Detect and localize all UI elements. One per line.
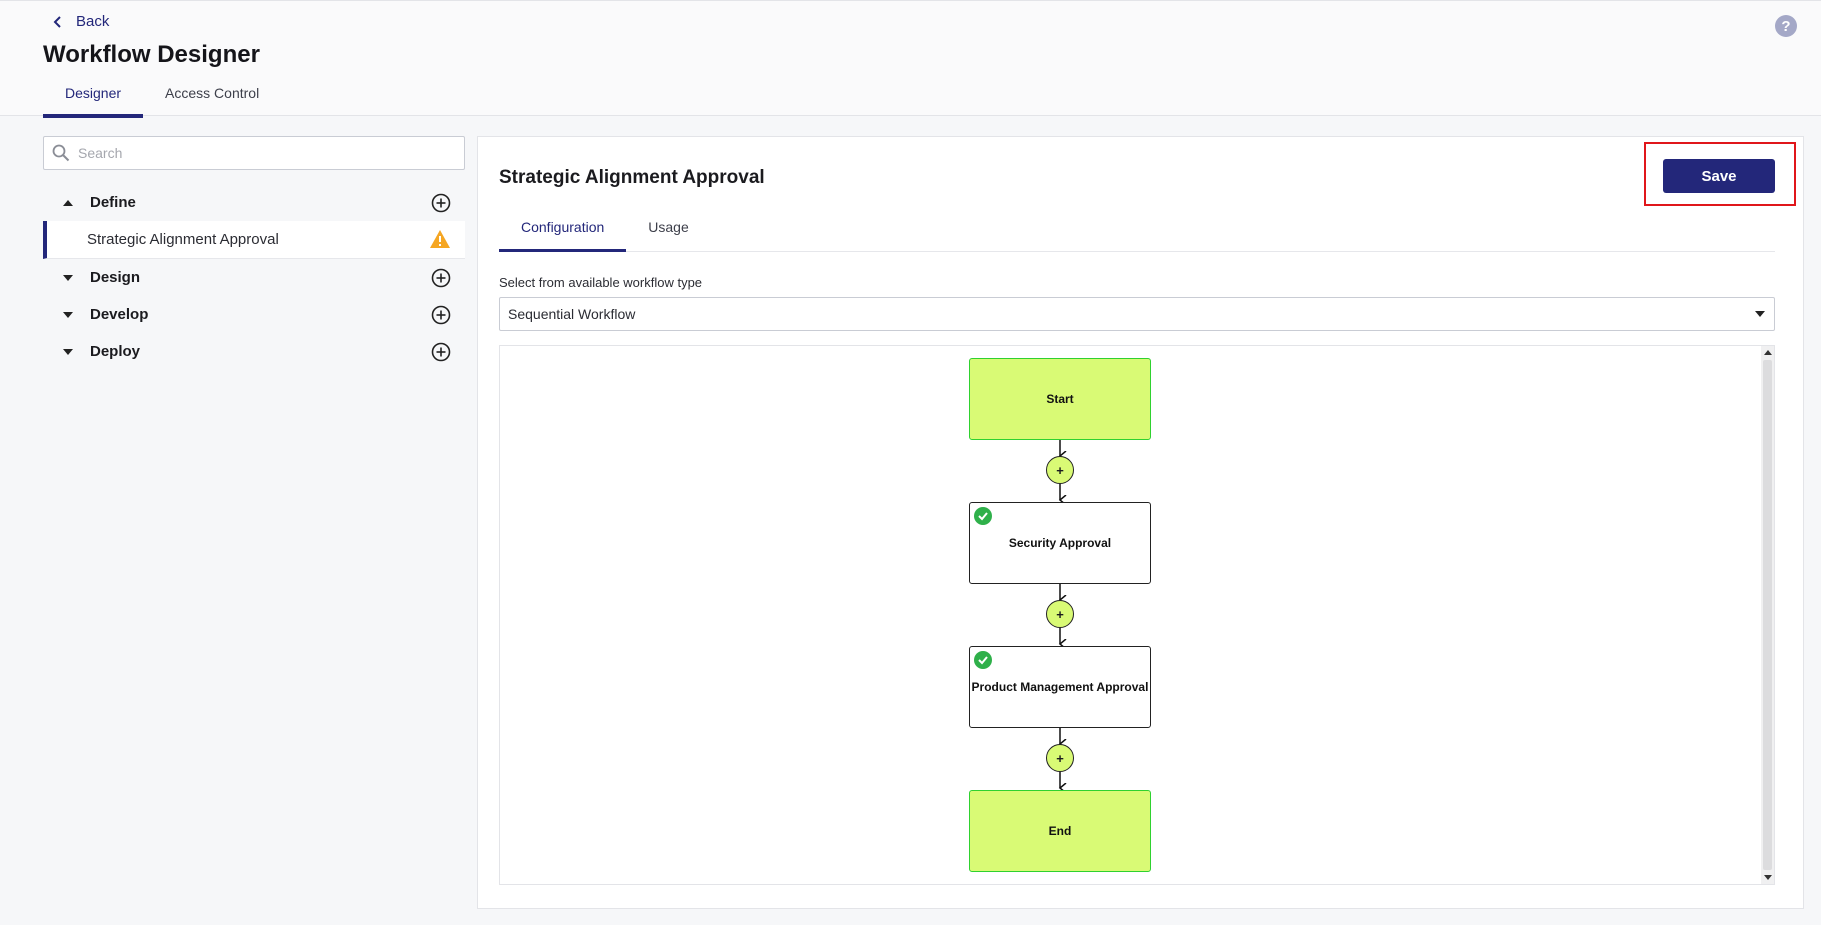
scroll-down-arrow-icon[interactable]	[1764, 875, 1772, 880]
workflow-type-label: Select from available workflow type	[499, 275, 703, 290]
workflow-title: Strategic Alignment Approval	[499, 167, 765, 188]
tab-access-control[interactable]: Access Control	[143, 85, 281, 117]
warning-icon	[430, 230, 450, 248]
tree-group-label: Define	[90, 194, 136, 211]
scroll-up-arrow-icon[interactable]	[1764, 350, 1772, 355]
caret-down-icon	[63, 348, 73, 355]
back-link[interactable]: Back	[50, 13, 109, 30]
search-input[interactable]	[76, 144, 464, 162]
page-header: Back Workflow Designer ? Designer Access…	[0, 0, 1821, 118]
save-button[interactable]: Save	[1663, 159, 1775, 193]
workflow-type-value: Sequential Workflow	[508, 306, 636, 322]
search-box	[43, 136, 465, 170]
canvas-scrollbar[interactable]	[1761, 346, 1774, 884]
check-circle-icon	[974, 651, 992, 669]
help-icon[interactable]: ?	[1775, 15, 1797, 37]
tab-configuration[interactable]: Configuration	[499, 219, 627, 252]
add-circle-icon[interactable]	[431, 342, 451, 362]
back-label: Back	[76, 13, 110, 30]
tree-item-strategic-alignment-approval[interactable]: Strategic Alignment Approval	[43, 221, 465, 259]
chevron-down-icon	[1755, 311, 1765, 317]
tab-designer[interactable]: Designer	[43, 85, 144, 118]
check-circle-icon	[974, 507, 992, 525]
tree-group-deploy[interactable]: Deploy	[43, 333, 465, 370]
panel-tabs: Configuration Usage	[499, 219, 1775, 252]
add-circle-icon[interactable]	[431, 305, 451, 325]
tab-usage[interactable]: Usage	[626, 219, 710, 251]
end-node[interactable]: End	[969, 790, 1151, 872]
tree-group-develop[interactable]: Develop	[43, 296, 465, 333]
add-step-button[interactable]: +	[1046, 456, 1074, 484]
workflow-panel: Strategic Alignment Approval Save Config…	[477, 136, 1804, 909]
tree-item-label: Strategic Alignment Approval	[87, 231, 279, 248]
caret-down-icon	[63, 274, 73, 281]
main-tabs: Designer Access Control	[43, 85, 281, 118]
caret-down-icon	[63, 311, 73, 318]
add-step-button[interactable]: +	[1046, 744, 1074, 772]
tree-group-label: Develop	[90, 306, 149, 323]
workflow-type-select[interactable]: Sequential Workflow	[499, 297, 1775, 331]
caret-up-icon	[63, 199, 73, 206]
tree-group-design[interactable]: Design	[43, 259, 465, 296]
security-approval-node[interactable]: Security Approval	[969, 502, 1151, 584]
workflow-canvas[interactable]: Start + Security Approval + Product Mana…	[499, 345, 1775, 885]
node-label: Security Approval	[1008, 536, 1112, 550]
product-management-approval-node[interactable]: Product Management Approval	[969, 646, 1151, 728]
tree-group-label: Deploy	[90, 343, 141, 360]
tree-group-label: Design	[90, 269, 141, 286]
start-node[interactable]: Start	[969, 358, 1151, 440]
add-step-button[interactable]: +	[1046, 600, 1074, 628]
page-title: Workflow Designer	[43, 41, 260, 68]
stage-tree: Define Strategic Alignment Approval Desi…	[43, 184, 465, 370]
chevron-left-icon	[53, 15, 61, 28]
tree-group-define[interactable]: Define	[43, 184, 465, 221]
node-label: Product Management Approval	[971, 680, 1149, 694]
scroll-thumb[interactable]	[1763, 360, 1772, 870]
add-circle-icon[interactable]	[431, 268, 451, 288]
add-circle-icon[interactable]	[431, 193, 451, 213]
search-icon	[52, 144, 70, 162]
